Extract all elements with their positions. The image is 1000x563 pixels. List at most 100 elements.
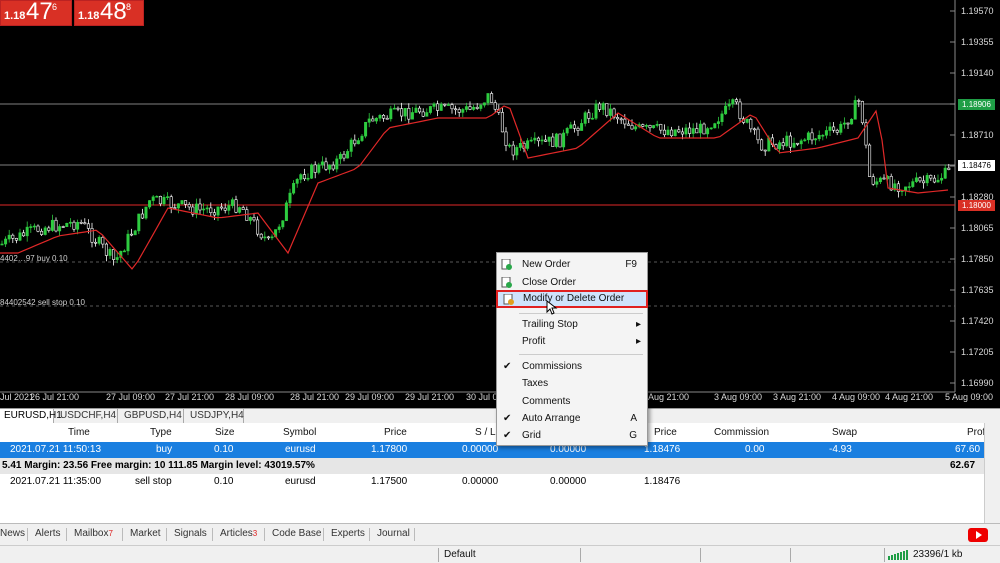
bid-quote-box[interactable]: 1.18 47 6 (0, 0, 72, 26)
menu-grid-shortcut: G (629, 430, 637, 441)
price-scale-label: 1.18065 (961, 223, 994, 233)
candle-body (529, 139, 533, 142)
col-size[interactable]: Size (215, 427, 234, 438)
candle-body (583, 112, 587, 124)
cell-profit: 67.60 (955, 444, 981, 455)
candle-body (828, 126, 832, 131)
candle-body (763, 149, 767, 152)
candle-body (144, 206, 148, 219)
col-symbol[interactable]: Symbol (283, 427, 316, 438)
menu-grid[interactable]: ✔ Grid G (497, 427, 647, 444)
candle-body (342, 153, 346, 159)
candle-body (364, 121, 368, 137)
candle-body (709, 127, 713, 130)
profile-name[interactable]: Default (444, 549, 476, 560)
menu-new-order[interactable]: New Order F9 (497, 256, 647, 273)
candle-body (518, 143, 522, 148)
candle-body (479, 104, 483, 109)
price-scale-label: 1.17850 (961, 254, 994, 264)
candle-body (486, 93, 490, 104)
candle-body (778, 142, 782, 150)
candle-body (50, 219, 54, 231)
chart-tab-eurusd[interactable]: EURUSD,H1 (0, 409, 62, 423)
submenu-arrow-icon: ▸ (635, 336, 641, 347)
chart-tab-gbpusd[interactable]: GBPUSD,H4 (120, 409, 184, 423)
menu-auto-arrange-shortcut: A (630, 413, 637, 424)
terminal-scrollbar[interactable] (984, 423, 1000, 523)
price-scale-label: 1.18710 (961, 130, 994, 140)
col-commission[interactable]: Commission (714, 427, 769, 438)
candle-body (454, 108, 458, 111)
cell-time: 2021.07.21 11:35:00 (10, 476, 102, 487)
articles-badge: 3 (252, 529, 258, 538)
chart-tab-usdchf[interactable]: USDCHF,H4 (56, 409, 118, 423)
menu-taxes[interactable]: Taxes (497, 375, 647, 392)
time-axis-label: 4 Aug 21:00 (885, 392, 934, 402)
tab-news[interactable]: News (0, 528, 25, 539)
cell-type: buy (156, 444, 173, 455)
candle-body (745, 118, 749, 123)
menu-auto-arrange[interactable]: ✔ Auto Arrange A (497, 410, 647, 427)
price-tag-current: 1.18476 (958, 160, 995, 171)
candle-body (727, 103, 731, 107)
table-row[interactable]: 2021.07.21 11:35:00 sell stop 0.10 eurus… (0, 474, 984, 490)
menu-commissions[interactable]: ✔ Commissions (497, 358, 647, 375)
menu-modify-order[interactable]: Modify or Delete Order (496, 290, 648, 308)
candle-body (122, 250, 126, 253)
tab-separator (264, 528, 265, 541)
candle-body (216, 206, 220, 216)
tab-signals[interactable]: Signals (174, 528, 207, 539)
menu-separator (519, 313, 643, 314)
tab-journal[interactable]: Journal (377, 528, 410, 539)
menu-trailing-stop[interactable]: Trailing Stop ▸ (497, 316, 647, 333)
candle-body (108, 249, 112, 256)
col-sl[interactable]: S / L (475, 427, 496, 438)
candle-body (295, 179, 299, 184)
candle-body (634, 126, 638, 130)
candle-body (580, 123, 584, 131)
candle-body (151, 196, 155, 201)
col-swap[interactable]: Swap (832, 427, 857, 438)
candle-body (698, 123, 702, 134)
candle-body (374, 117, 378, 122)
menu-grid-label: Grid (522, 430, 541, 441)
tab-alerts[interactable]: Alerts (35, 528, 61, 539)
cell-sl: 0.00000 (462, 476, 499, 487)
buy-order-label: 4402…97 buy 0.10 (0, 254, 68, 263)
table-row[interactable]: 2021.07.21 11:50:13 buy 0.10 eurusd 1.17… (0, 442, 984, 458)
candle-body (248, 217, 252, 221)
candle-body (824, 130, 828, 136)
candle-body (400, 108, 404, 117)
tab-code-base[interactable]: Code Base (272, 528, 321, 539)
tab-experts[interactable]: Experts (331, 528, 365, 539)
chart-tab-usdjpy[interactable]: USDJPY,H4 (186, 409, 244, 423)
candle-body (738, 101, 742, 119)
summary-row: 5.41 Margin: 23.56 Free margin: 10 111.8… (0, 458, 984, 474)
ask-quote-box[interactable]: 1.18 48 8 (74, 0, 144, 26)
candle-body (418, 107, 422, 113)
col-time[interactable]: Time (68, 427, 90, 438)
menu-comments[interactable]: Comments (497, 393, 647, 410)
menu-profit[interactable]: Profit ▸ (497, 333, 647, 350)
menu-close-order[interactable]: Close Order (497, 274, 647, 291)
candle-body (749, 118, 753, 130)
status-separator (790, 548, 791, 562)
modify-order-icon (503, 294, 514, 305)
col-price[interactable]: Price (384, 427, 407, 438)
candle-body (158, 195, 162, 205)
candle-body (162, 197, 166, 205)
tab-market[interactable]: Market (130, 528, 161, 539)
candle-body (61, 226, 65, 228)
menu-taxes-label: Taxes (522, 378, 549, 389)
bid-big: 47 (26, 0, 53, 25)
candle-body (202, 208, 206, 211)
candle-body (47, 227, 51, 231)
col-current-price[interactable]: Price (654, 427, 677, 438)
candle-body (792, 142, 796, 148)
tab-mailbox-label: Mailbox (74, 528, 109, 539)
candle-body (320, 161, 324, 166)
col-type[interactable]: Type (150, 427, 172, 438)
tab-articles[interactable]: Articles3 (220, 528, 257, 539)
candle-body (695, 128, 699, 134)
tab-mailbox[interactable]: Mailbox7 (74, 528, 113, 539)
